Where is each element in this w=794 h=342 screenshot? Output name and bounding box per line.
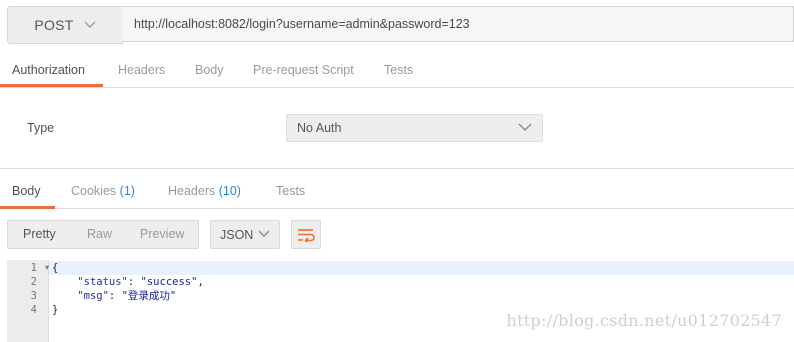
code-line-3: "msg": "登录成功" (77, 290, 177, 302)
tab-headers[interactable]: Headers (118, 56, 165, 86)
open-brace: { (52, 262, 59, 274)
active-tab-indicator (0, 84, 103, 87)
msg-value: "登录成功" (121, 290, 177, 302)
code-line-4: } (52, 303, 58, 317)
preview-button[interactable]: Preview (140, 221, 184, 248)
auth-type-value: No Auth (297, 121, 342, 135)
msg-key: "msg" (77, 290, 109, 302)
view-mode-group: Pretty Raw Preview (7, 220, 199, 249)
auth-type-select[interactable]: No Auth (286, 114, 543, 142)
line-number-gutter: 1 ▾ 2 3 4 (7, 260, 49, 342)
chevron-down-icon (518, 123, 532, 131)
line-number: 1 (30, 262, 37, 274)
fold-arrow-icon[interactable]: ▾ (45, 261, 49, 275)
raw-button[interactable]: Raw (87, 221, 112, 248)
tab-pre-request-script[interactable]: Pre-request Script (253, 56, 354, 86)
chevron-down-icon (258, 230, 270, 237)
headers-count: (10) (218, 184, 241, 198)
line-number: 4 (30, 304, 37, 316)
code-line-1: { (52, 261, 58, 275)
pretty-button[interactable]: Pretty (23, 221, 56, 248)
cookies-count: (1) (119, 184, 135, 198)
wrap-lines-button[interactable] (291, 220, 321, 249)
cookies-label: Cookies (71, 184, 117, 198)
tab-body[interactable]: Body (195, 56, 224, 86)
close-brace: } (52, 304, 59, 316)
line-number: 3 (30, 290, 37, 302)
format-value: JSON (220, 227, 254, 242)
tab-cookies[interactable]: Cookies (1) (71, 177, 135, 207)
chevron-down-icon (84, 21, 96, 28)
request-tabs: Authorization Headers Body Pre-request S… (0, 56, 794, 88)
status-key: "status" (77, 276, 128, 288)
status-value: "success" (140, 276, 198, 288)
url-input[interactable]: http://localhost:8082/login?username=adm… (122, 6, 794, 42)
request-bar: POST http://localhost:8082/login?usernam… (7, 6, 794, 44)
tab-response-body[interactable]: Body (12, 177, 41, 207)
headers-label: Headers (168, 184, 216, 198)
tab-tests[interactable]: Tests (384, 56, 413, 86)
response-tabs: Body Cookies (1) Headers (10) Tests (0, 177, 794, 209)
auth-type-label: Type (27, 121, 55, 135)
url-text: http://localhost:8082/login?username=adm… (134, 17, 470, 31)
format-select[interactable]: JSON (210, 220, 280, 249)
method-label: POST (34, 17, 74, 33)
active-line-highlight (48, 261, 794, 275)
code-line-2: "status": "success", (77, 276, 204, 288)
line-number: 2 (30, 276, 37, 288)
tab-response-headers[interactable]: Headers (10) (168, 177, 241, 207)
tab-test-results[interactable]: Tests (276, 177, 305, 207)
active-response-tab-indicator (0, 206, 55, 209)
tab-authorization[interactable]: Authorization (12, 56, 85, 86)
watermark: http://blog.csdn.net/u012702547 (506, 311, 782, 330)
wrap-lines-icon (298, 228, 315, 242)
method-select[interactable]: POST (7, 6, 123, 44)
